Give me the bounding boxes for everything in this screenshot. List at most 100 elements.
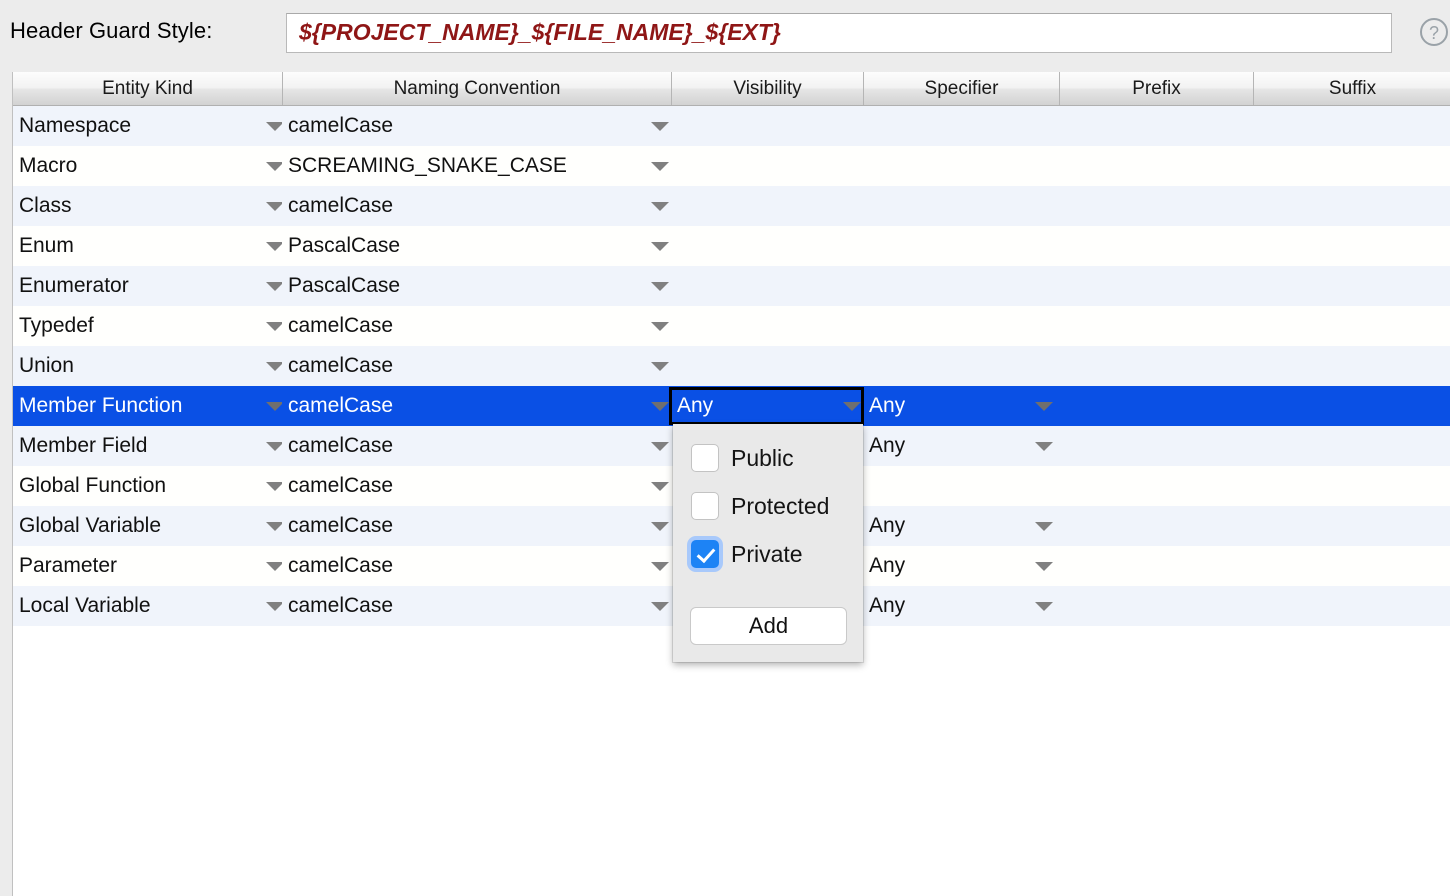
visibility-dropdown-popup[interactable]: Public Protected Private Add (673, 424, 863, 662)
chevron-down-icon[interactable] (266, 162, 282, 171)
chevron-down-icon[interactable] (266, 402, 282, 411)
column-header-prefix[interactable]: Prefix (1059, 72, 1253, 105)
cell-naming-convention[interactable]: camelCase (282, 106, 671, 146)
chevron-down-icon[interactable] (651, 242, 669, 251)
cell-visibility (671, 266, 863, 306)
cell-naming-convention[interactable]: camelCase (282, 386, 671, 426)
cell-specifier[interactable]: Any (863, 506, 1059, 546)
chevron-down-icon[interactable] (651, 162, 669, 171)
checkbox-private[interactable] (691, 540, 719, 568)
cell-naming-convention[interactable]: PascalCase (282, 266, 671, 306)
cell-entity-kind[interactable]: Local Variable (13, 586, 282, 626)
chevron-down-icon[interactable] (651, 482, 669, 491)
chevron-down-icon[interactable] (651, 282, 669, 291)
header-guard-bar: Header Guard Style: ${PROJECT_NAME}_${FI… (0, 0, 1450, 66)
chevron-down-icon[interactable] (1035, 602, 1053, 611)
cell-specifier[interactable]: Any (863, 546, 1059, 586)
chevron-down-icon[interactable] (266, 562, 282, 571)
cell-entity-kind[interactable]: Enum (13, 226, 282, 266)
chevron-down-icon[interactable] (651, 202, 669, 211)
chevron-down-icon[interactable] (1035, 402, 1053, 411)
cell-naming-convention[interactable]: camelCase (282, 466, 671, 506)
cell-visibility[interactable]: Any (671, 386, 863, 426)
column-header-naming-convention[interactable]: Naming Convention (282, 72, 671, 105)
header-guard-style-value: ${PROJECT_NAME}_${FILE_NAME}_${EXT} (299, 19, 781, 45)
header-guard-style-input[interactable]: ${PROJECT_NAME}_${FILE_NAME}_${EXT} (286, 13, 1392, 53)
visibility-option-public[interactable]: Public (673, 434, 863, 482)
cell-entity-kind[interactable]: Typedef (13, 306, 282, 346)
cell-prefix (1059, 586, 1253, 626)
question-mark-icon[interactable]: ? (1418, 16, 1450, 48)
table-row[interactable]: Namespace camelCase (13, 106, 1450, 146)
cell-entity-kind-label: Member Function (19, 394, 183, 417)
table-row[interactable]: Typedef camelCase (13, 306, 1450, 346)
table-row[interactable]: Enumerator PascalCase (13, 266, 1450, 306)
chevron-down-icon[interactable] (1035, 562, 1053, 571)
chevron-down-icon[interactable] (651, 522, 669, 531)
chevron-down-icon[interactable] (651, 402, 669, 411)
chevron-down-icon[interactable] (266, 522, 282, 531)
chevron-down-icon[interactable] (266, 482, 282, 491)
cell-specifier (863, 466, 1059, 506)
checkbox-public[interactable] (691, 444, 719, 472)
cell-entity-kind[interactable]: Global Function (13, 466, 282, 506)
cell-entity-kind[interactable]: Enumerator (13, 266, 282, 306)
chevron-down-icon[interactable] (266, 602, 282, 611)
table-row[interactable]: Class camelCase (13, 186, 1450, 226)
column-header-suffix[interactable]: Suffix (1253, 72, 1450, 105)
cell-naming-convention[interactable]: camelCase (282, 586, 671, 626)
chevron-down-icon[interactable] (1035, 442, 1053, 451)
table-row[interactable]: Member Function camelCase Any Any (13, 386, 1450, 426)
table-row[interactable]: Enum PascalCase (13, 226, 1450, 266)
column-header-visibility[interactable]: Visibility (671, 72, 863, 105)
checkbox-protected[interactable] (691, 492, 719, 520)
chevron-down-icon[interactable] (266, 362, 282, 371)
chevron-down-icon[interactable] (266, 442, 282, 451)
cell-naming-convention[interactable]: camelCase (282, 426, 671, 466)
cell-visibility (671, 306, 863, 346)
chevron-down-icon[interactable] (651, 442, 669, 451)
cell-entity-kind[interactable]: Macro (13, 146, 282, 186)
column-header-specifier[interactable]: Specifier (863, 72, 1059, 105)
cell-entity-kind[interactable]: Namespace (13, 106, 282, 146)
cell-entity-kind[interactable]: Global Variable (13, 506, 282, 546)
visibility-option-protected[interactable]: Protected (673, 482, 863, 530)
cell-specifier-label: Any (869, 514, 906, 537)
cell-naming-convention[interactable]: camelCase (282, 546, 671, 586)
cell-naming-convention[interactable]: PascalCase (282, 226, 671, 266)
cell-entity-kind[interactable]: Parameter (13, 546, 282, 586)
cell-specifier[interactable]: Any (863, 386, 1059, 426)
chevron-down-icon[interactable] (1035, 522, 1053, 531)
chevron-down-icon[interactable] (843, 402, 861, 411)
cell-entity-kind[interactable]: Union (13, 346, 282, 386)
table-row[interactable]: Union camelCase (13, 346, 1450, 386)
chevron-down-icon[interactable] (266, 282, 282, 291)
cell-prefix (1059, 106, 1253, 146)
cell-prefix (1059, 506, 1253, 546)
cell-naming-convention[interactable]: camelCase (282, 506, 671, 546)
column-header-entity-kind[interactable]: Entity Kind (13, 72, 282, 105)
cell-naming-convention[interactable]: camelCase (282, 346, 671, 386)
add-button[interactable]: Add (690, 607, 847, 645)
cell-naming-convention[interactable]: camelCase (282, 186, 671, 226)
cell-entity-kind[interactable]: Member Field (13, 426, 282, 466)
visibility-option-private[interactable]: Private (673, 530, 863, 578)
cell-entity-kind[interactable]: Class (13, 186, 282, 226)
chevron-down-icon[interactable] (266, 122, 282, 131)
chevron-down-icon[interactable] (651, 602, 669, 611)
chevron-down-icon[interactable] (651, 562, 669, 571)
cell-naming-convention[interactable]: camelCase (282, 306, 671, 346)
table-row[interactable]: Macro SCREAMING_SNAKE_CASE (13, 146, 1450, 186)
cell-entity-kind[interactable]: Member Function (13, 386, 282, 426)
cell-specifier[interactable]: Any (863, 426, 1059, 466)
chevron-down-icon[interactable] (266, 322, 282, 331)
chevron-down-icon[interactable] (266, 202, 282, 211)
chevron-down-icon[interactable] (651, 122, 669, 131)
cell-entity-kind-label: Class (19, 194, 72, 217)
chevron-down-icon[interactable] (651, 362, 669, 371)
cell-suffix (1253, 426, 1450, 466)
chevron-down-icon[interactable] (266, 242, 282, 251)
chevron-down-icon[interactable] (651, 322, 669, 331)
cell-specifier[interactable]: Any (863, 586, 1059, 626)
cell-naming-convention[interactable]: SCREAMING_SNAKE_CASE (282, 146, 671, 186)
